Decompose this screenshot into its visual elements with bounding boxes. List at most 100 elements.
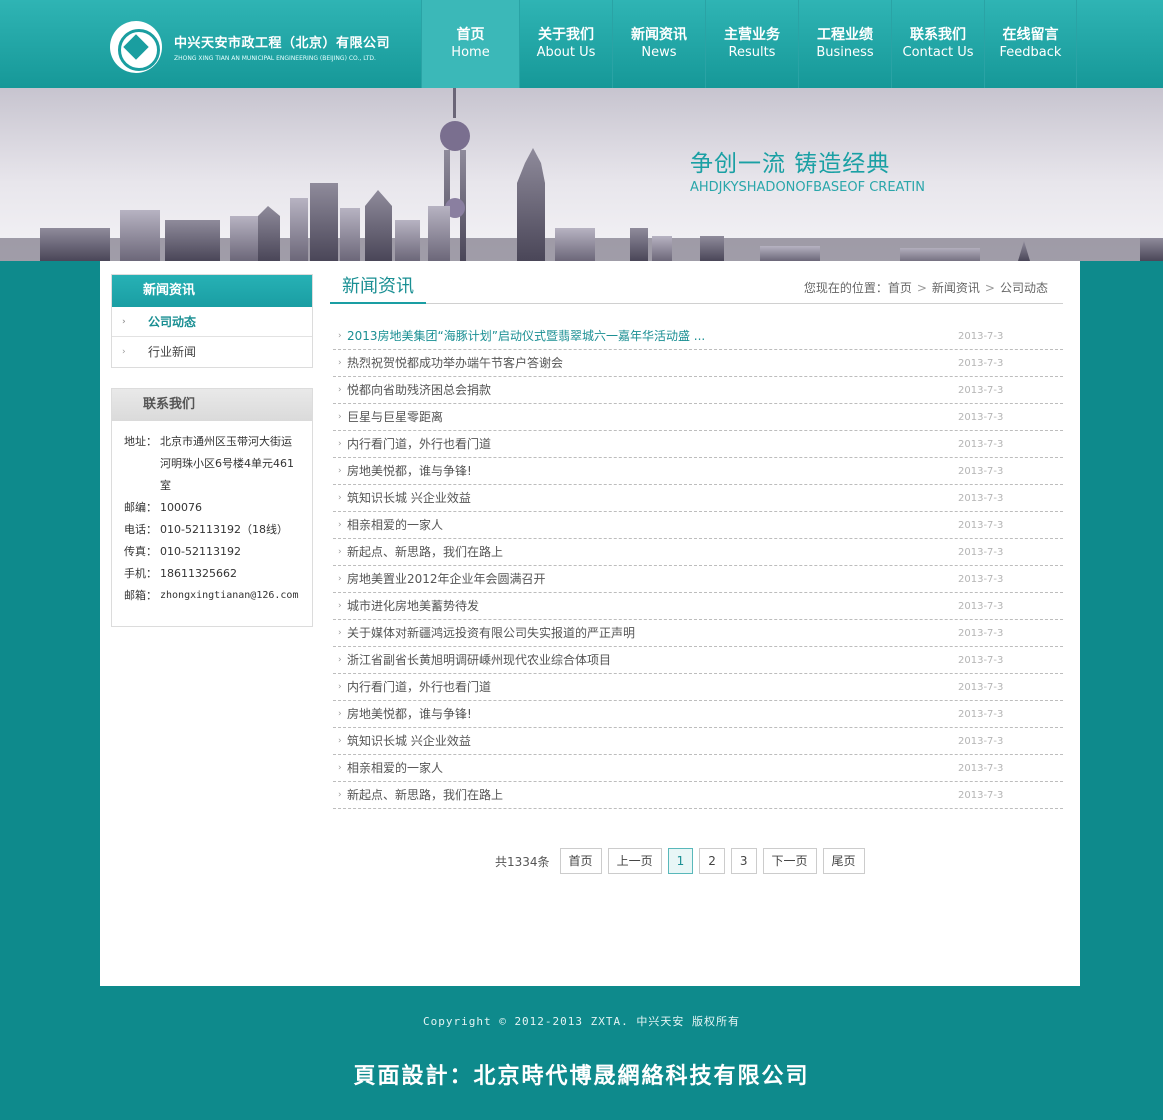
nav-label-en: Feedback xyxy=(999,45,1062,60)
list-item: › 筑知识长城 兴企业效益 2013-7-3 xyxy=(333,728,1063,755)
nav-results[interactable]: 主营业务 Results xyxy=(705,0,798,88)
bullet-icon: › xyxy=(338,790,342,800)
chevron-right-icon: > xyxy=(916,281,927,295)
page-2-button[interactable]: 2 xyxy=(699,848,725,874)
nav-label-cn: 主营业务 xyxy=(724,27,780,43)
list-item: › 城市进化房地美蓄势待发 2013-7-3 xyxy=(333,593,1063,620)
logo-text: 中兴天安市政工程（北京）有限公司 ZHONG XING TIAN AN MUNI… xyxy=(174,32,390,62)
news-date: 2013-7-3 xyxy=(958,412,1004,423)
nav-label-cn: 联系我们 xyxy=(910,27,966,43)
news-title-link[interactable]: 相亲相爱的一家人 xyxy=(347,518,443,532)
news-category-title: 新闻资讯 xyxy=(112,275,312,307)
bullet-icon: › xyxy=(338,574,342,584)
list-item: › 浙江省副省长黄旭明调研嵊州现代农业综合体项目 2013-7-3 xyxy=(333,647,1063,674)
news-title-link[interactable]: 2013房地美集团“海豚计划”启动仪式暨翡翠城六一嘉年华活动盛 ... xyxy=(347,329,705,343)
news-date: 2013-7-3 xyxy=(958,385,1004,396)
next-page-button[interactable]: 下一页 xyxy=(762,848,817,874)
sidebar-item-industry-news[interactable]: › 行业新闻 xyxy=(112,337,312,367)
nav-label-cn: 关于我们 xyxy=(538,27,594,43)
news-title-link[interactable]: 城市进化房地美蓄势待发 xyxy=(347,599,479,613)
bullet-icon: › xyxy=(338,655,342,665)
nav-label-en: Business xyxy=(816,45,874,60)
bullet-icon: › xyxy=(338,763,342,773)
bullet-icon: › xyxy=(338,466,342,476)
nav-about[interactable]: 关于我们 About Us xyxy=(519,0,612,88)
list-item: › 相亲相爱的一家人 2013-7-3 xyxy=(333,512,1063,539)
prev-page-button[interactable]: 上一页 xyxy=(607,848,662,874)
news-title-link[interactable]: 悦都向省助残济困总会捐款 xyxy=(347,383,491,397)
list-item: › 关于媒体对新疆鸿远投资有限公司失实报道的严正声明 2013-7-3 xyxy=(333,620,1063,647)
breadcrumb-home[interactable]: 首页 xyxy=(888,281,912,295)
news-date: 2013-7-3 xyxy=(958,628,1004,639)
zip-value: 100076 xyxy=(160,501,202,514)
company-logo[interactable]: 中兴天安市政工程（北京）有限公司 ZHONG XING TIAN AN MUNI… xyxy=(110,20,410,74)
company-name-en: ZHONG XING TIAN AN MUNICIPAL ENGINEERING… xyxy=(174,55,376,62)
news-title-link[interactable]: 关于媒体对新疆鸿远投资有限公司失实报道的严正声明 xyxy=(347,626,635,640)
news-date: 2013-7-3 xyxy=(958,493,1004,504)
email-label: 邮箱： xyxy=(124,589,157,602)
news-title-link[interactable]: 相亲相爱的一家人 xyxy=(347,761,443,775)
list-item: › 房地美置业2012年企业年会圆满召开 2013-7-3 xyxy=(333,566,1063,593)
bullet-icon: › xyxy=(338,439,342,449)
news-date: 2013-7-3 xyxy=(958,331,1004,342)
nav-contact[interactable]: 联系我们 Contact Us xyxy=(891,0,984,88)
news-title-link[interactable]: 内行看门道，外行也看门道 xyxy=(347,680,491,694)
page-1-button[interactable]: 1 xyxy=(667,848,694,874)
last-page-button[interactable]: 尾页 xyxy=(822,848,865,874)
contact-title: 联系我们 xyxy=(112,389,312,421)
nav-news[interactable]: 新闻资讯 News xyxy=(612,0,705,88)
contact-info: 地址： 北京市通州区玉带河大街运河明珠小区6号楼4单元461室 邮编： 1000… xyxy=(112,421,312,617)
news-title-link[interactable]: 热烈祝贺悦都成功举办端午节客户答谢会 xyxy=(347,356,563,370)
list-item: › 新起点、新思路，我们在路上 2013-7-3 xyxy=(333,782,1063,809)
bullet-icon: › xyxy=(338,736,342,746)
phone-label: 电话： xyxy=(124,523,157,536)
banner: 争创一流 铸造经典 AHDJKYSHADONOFBASEOF CREATIN xyxy=(0,88,1163,261)
nav-label-cn: 工程业绩 xyxy=(817,27,873,43)
nav-label-cn: 在线留言 xyxy=(1002,27,1059,43)
sidebar-item-company-news[interactable]: › 公司动态 xyxy=(112,307,312,337)
address-label: 地址： xyxy=(124,435,157,448)
nav-feedback[interactable]: 在线留言 Feedback xyxy=(984,0,1077,88)
designer-credit: 頁面設計：北京時代博晟網絡科技有限公司 xyxy=(353,1064,810,1089)
breadcrumb-news[interactable]: 新闻资讯 xyxy=(932,281,980,295)
news-date: 2013-7-3 xyxy=(958,547,1004,558)
news-date: 2013-7-3 xyxy=(958,466,1004,477)
nav-label-en: About Us xyxy=(536,45,596,60)
zip-label: 邮编： xyxy=(124,501,157,514)
news-title-link[interactable]: 新起点、新思路，我们在路上 xyxy=(347,788,503,802)
page-title: 新闻资讯 xyxy=(330,274,426,304)
news-title-link[interactable]: 房地美悦都，谁与争锋! xyxy=(347,464,472,478)
news-title-link[interactable]: 浙江省副省长黄旭明调研嵊州现代农业综合体项目 xyxy=(347,653,611,667)
list-item: › 房地美悦都，谁与争锋! 2013-7-3 xyxy=(333,458,1063,485)
nav-label-en: News xyxy=(641,45,677,60)
total-count: 共1334条 xyxy=(495,854,550,869)
news-title-link[interactable]: 巨星与巨星零距离 xyxy=(347,410,443,424)
list-item: › 2013房地美集团“海豚计划”启动仪式暨翡翠城六一嘉年华活动盛 ... 2013… xyxy=(333,323,1063,350)
news-date: 2013-7-3 xyxy=(958,574,1004,585)
news-title-link[interactable]: 筑知识长城 兴企业效益 xyxy=(347,734,471,748)
news-title-link[interactable]: 筑知识长城 兴企业效益 xyxy=(347,491,471,505)
list-item: › 新起点、新思路，我们在路上 2013-7-3 xyxy=(333,539,1063,566)
news-date: 2013-7-3 xyxy=(958,709,1004,720)
list-item: › 内行看门道，外行也看门道 2013-7-3 xyxy=(333,431,1063,458)
nav-home[interactable]: 首页 Home xyxy=(421,0,519,88)
fax-label: 传真： xyxy=(124,545,157,558)
news-title-link[interactable]: 内行看门道，外行也看门道 xyxy=(347,437,491,451)
banner-slogan: 争创一流 铸造经典 AHDJKYSHADONOFBASEOF CREATIN xyxy=(690,144,925,195)
city-skyline-image xyxy=(0,88,1163,261)
email-value[interactable]: zhongxingtianan@126.com xyxy=(160,585,300,607)
nav-business[interactable]: 工程业绩 Business xyxy=(798,0,891,88)
slogan-cn: 争创一流 铸造经典 xyxy=(690,151,891,177)
contact-box: 联系我们 地址： 北京市通州区玉带河大街运河明珠小区6号楼4单元461室 邮编：… xyxy=(111,388,313,627)
news-title-link[interactable]: 新起点、新思路，我们在路上 xyxy=(347,545,503,559)
first-page-button[interactable]: 首页 xyxy=(559,848,602,874)
news-date: 2013-7-3 xyxy=(958,655,1004,666)
news-title-link[interactable]: 房地美悦都，谁与争锋! xyxy=(347,707,472,721)
bullet-icon: › xyxy=(338,628,342,638)
news-date: 2013-7-3 xyxy=(958,790,1004,801)
nav-label-en: Contact Us xyxy=(902,45,974,60)
chevron-right-icon: › xyxy=(122,317,126,327)
news-title-link[interactable]: 房地美置业2012年企业年会圆满召开 xyxy=(347,572,546,586)
page-3-button[interactable]: 3 xyxy=(730,848,757,874)
breadcrumb-company-news[interactable]: 公司动态 xyxy=(1000,281,1048,295)
